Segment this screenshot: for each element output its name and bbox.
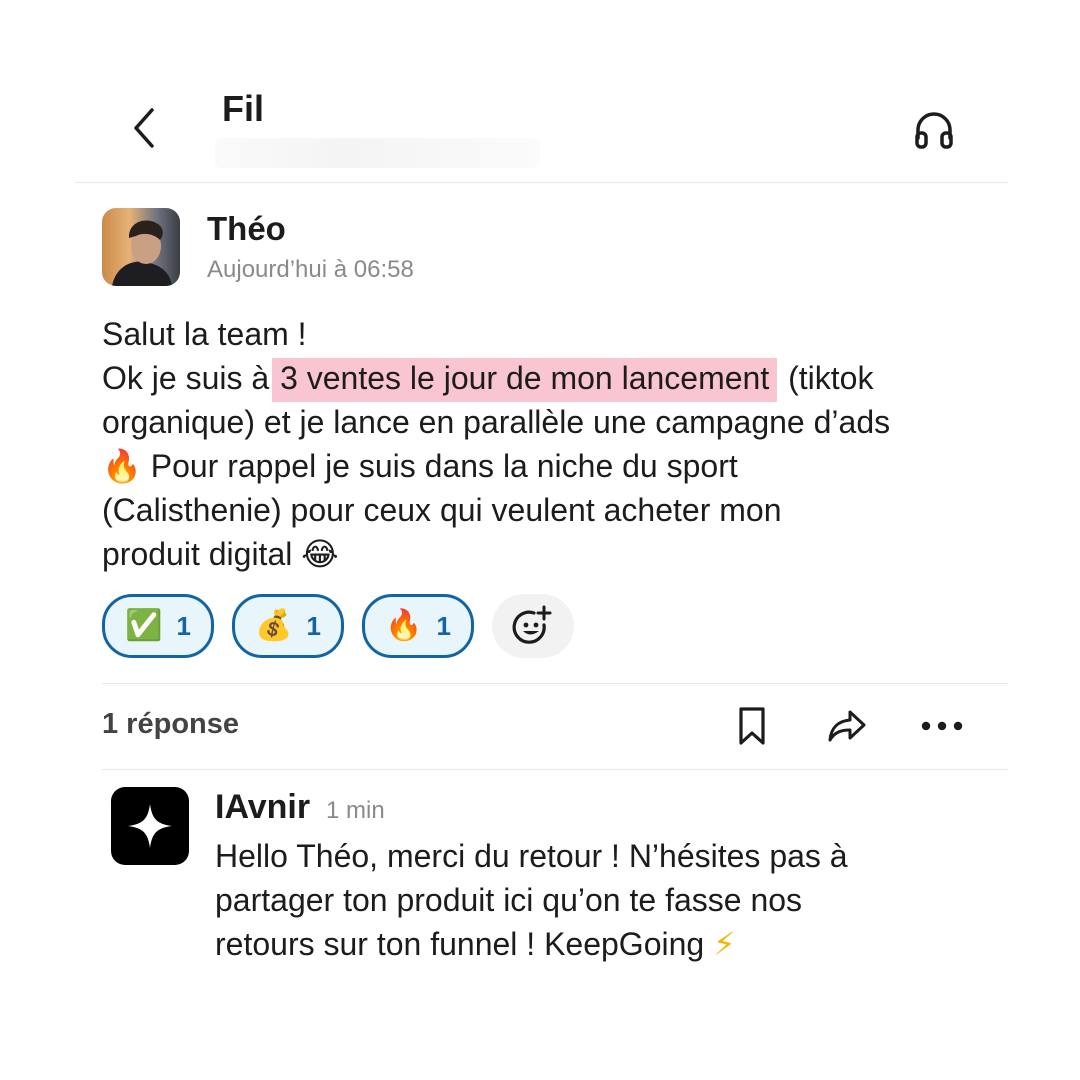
chevron-left-icon: [134, 108, 154, 148]
post-author[interactable]: Théo: [207, 210, 286, 248]
avatar[interactable]: [102, 208, 180, 286]
thread-screen: Fil Théo Aujourd’hui à 06:58 Salut la te…: [0, 0, 1080, 1080]
add-reaction-button[interactable]: [492, 594, 574, 658]
reaction-money-bag[interactable]: 💰 1: [232, 594, 344, 658]
more-icon: [921, 721, 963, 731]
bookmark-icon: [739, 707, 765, 745]
divider: [102, 769, 1008, 770]
fire-emoji: 🔥: [385, 608, 423, 643]
message-line: produit digital 😂: [102, 532, 1002, 576]
header: Fil: [75, 60, 1008, 183]
back-button[interactable]: [125, 104, 165, 152]
check-emoji: ✅: [125, 608, 163, 643]
sparkle-icon: [128, 804, 172, 848]
channel-subtitle: [215, 138, 540, 168]
lightning-emoji: ⚡: [713, 925, 736, 963]
fire-emoji: 🔥: [102, 447, 142, 485]
divider: [102, 683, 1008, 684]
message-line: Salut la team !: [102, 316, 307, 352]
reply-body: Hello Théo, merci du retour ! N’hésites …: [215, 834, 995, 966]
money-bag-emoji: 💰: [255, 608, 293, 643]
reaction-count: 1: [306, 610, 321, 641]
message-body: Salut la team ! Ok je suis à 3 ventes le…: [102, 312, 1002, 576]
reply-count: 1 réponse: [102, 708, 239, 740]
reactions-bar: ✅ 1 💰 1 🔥 1: [102, 594, 574, 658]
reply-timestamp: 1 min: [326, 797, 385, 824]
post-timestamp: Aujourd’hui à 06:58: [207, 256, 414, 283]
share-icon: [828, 710, 866, 742]
reply-author[interactable]: IAvnir: [215, 788, 310, 827]
message-text: (tiktok: [779, 360, 874, 396]
page-title: Fil: [222, 88, 264, 129]
reply-line: partager ton produit ici qu’on te fasse …: [215, 882, 803, 918]
reply-line: retours sur ton funnel ! KeepGoing ⚡: [215, 922, 995, 966]
bot-avatar[interactable]: [111, 787, 189, 865]
share-button[interactable]: [821, 700, 873, 752]
more-button[interactable]: [916, 700, 968, 752]
message-text: Pour rappel je suis dans la niche du spo…: [141, 448, 738, 484]
message-line: (Calisthenie) pour ceux qui veulent ache…: [102, 492, 782, 528]
add-emoji-icon: [512, 605, 552, 644]
reply-line: Hello Théo, merci du retour ! N’hésites …: [215, 838, 848, 874]
highlighted-text: 3 ventes le jour de mon lancement: [272, 358, 778, 402]
message-text: Ok je suis à: [102, 360, 279, 396]
message-line: Ok je suis à 3 ventes le jour de mon lan…: [102, 356, 1002, 402]
reaction-fire[interactable]: 🔥 1: [362, 594, 474, 658]
message-text: produit digital: [102, 536, 302, 572]
message-line: organique) et je lance en parallèle une …: [102, 404, 891, 440]
save-button[interactable]: [726, 700, 778, 752]
reaction-count: 1: [176, 610, 191, 641]
reaction-count: 1: [436, 610, 451, 641]
laughing-emoji: 😂: [301, 535, 339, 573]
reaction-check[interactable]: ✅ 1: [102, 594, 214, 658]
huddle-button[interactable]: [910, 106, 958, 154]
message-line: 🔥 Pour rappel je suis dans la niche du s…: [102, 444, 1002, 488]
avatar-photo: [102, 208, 180, 286]
headphones-icon: [915, 112, 953, 149]
reply-text: retours sur ton funnel ! KeepGoing: [215, 926, 714, 962]
